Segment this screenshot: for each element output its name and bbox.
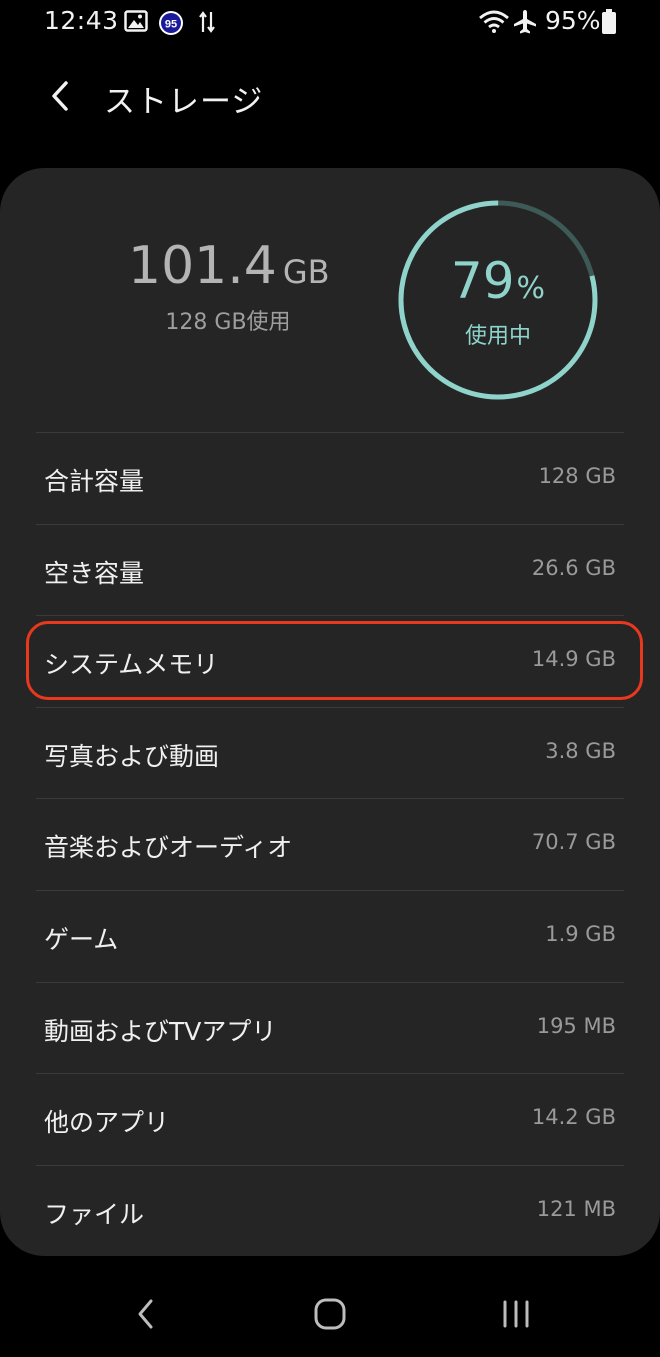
row-label: 空き容量 [44, 558, 145, 588]
row-label: 写真および動画 [44, 741, 220, 771]
row-label: 合計容量 [44, 467, 145, 496]
storage-card: 101.4 GB 128 GB使用 79% 使用中 合計容量 128 GB 空き容… [0, 168, 660, 1256]
wifi-icon [479, 10, 509, 38]
row-value: 3.8 GB [545, 738, 616, 763]
row-label: 動画およびTVアプリ [44, 1016, 277, 1046]
usage-percent-number: 79 [450, 252, 515, 310]
app-header: ストレージ [0, 60, 660, 140]
gallery-icon [124, 10, 148, 36]
row-value: 195 MB [536, 1013, 616, 1038]
nav-recents-button[interactable] [486, 1284, 546, 1344]
airplane-icon [512, 9, 538, 39]
battery-percent: 95% [545, 6, 601, 35]
row-files[interactable]: ファイル 121 MB [36, 1164, 624, 1257]
status-time: 12:43 [44, 6, 119, 35]
row-value: 14.2 GB [531, 1105, 616, 1130]
row-games[interactable]: ゲーム 1.9 GB [36, 889, 624, 982]
used-unit: GB [282, 253, 330, 291]
nav-back-icon [138, 1299, 153, 1329]
nav-back-button[interactable] [116, 1284, 176, 1344]
row-value: 121 MB [536, 1196, 616, 1221]
row-label: ゲーム [44, 924, 119, 954]
page-title: ストレージ [104, 84, 264, 120]
back-button[interactable] [36, 72, 84, 120]
usage-percent-sign: % [516, 271, 546, 306]
row-label: ファイル [44, 1199, 145, 1229]
row-value: 70.7 GB [531, 830, 616, 855]
row-photos-videos[interactable]: 写真および動画 3.8 GB [36, 706, 624, 799]
battery-icon [601, 9, 617, 39]
used-storage-value: 101.4 GB [128, 236, 330, 296]
row-value: 26.6 GB [531, 555, 616, 580]
total-storage-text: 128 GB使用 [165, 310, 291, 335]
row-label: 音楽およびオーディオ [44, 833, 293, 863]
usage-label: 使用中 [464, 324, 531, 349]
row-value: 128 GB [538, 464, 616, 488]
navigation-bar [0, 1270, 660, 1357]
row-music-audio[interactable]: 音楽およびオーディオ 70.7 GB [36, 798, 624, 890]
data-transfer-icon [198, 11, 216, 37]
row-free-space[interactable]: 空き容量 26.6 GB [36, 523, 624, 616]
row-system-memory[interactable]: システムメモリ 14.9 GB [36, 615, 624, 707]
row-label: 他のアプリ [44, 1108, 170, 1138]
row-value: 1.9 GB [545, 921, 616, 946]
row-other-apps[interactable]: 他のアプリ 14.2 GB [36, 1073, 624, 1165]
row-video-tv-apps[interactable]: 動画およびTVアプリ 195 MB [36, 981, 624, 1074]
row-total-capacity[interactable]: 合計容量 128 GB [36, 432, 624, 524]
badge-95-icon: 95 [158, 10, 184, 40]
used-number: 101.4 [128, 236, 277, 296]
nav-home-icon [314, 1298, 346, 1330]
storage-category-list: 合計容量 128 GB 空き容量 26.6 GB システムメモリ 14.9 GB… [36, 432, 624, 1256]
row-value: 14.9 GB [531, 647, 616, 672]
row-label: システムメモリ [44, 650, 219, 680]
status-bar: 12:43 95 95% [0, 0, 660, 48]
usage-percent: 79% [398, 252, 598, 310]
nav-recents-icon [503, 1300, 529, 1328]
chevron-left-icon [52, 81, 68, 111]
nav-home-button[interactable] [300, 1284, 360, 1344]
badge-number: 95 [165, 19, 177, 31]
storage-summary: 101.4 GB 128 GB使用 79% 使用中 [0, 168, 660, 432]
